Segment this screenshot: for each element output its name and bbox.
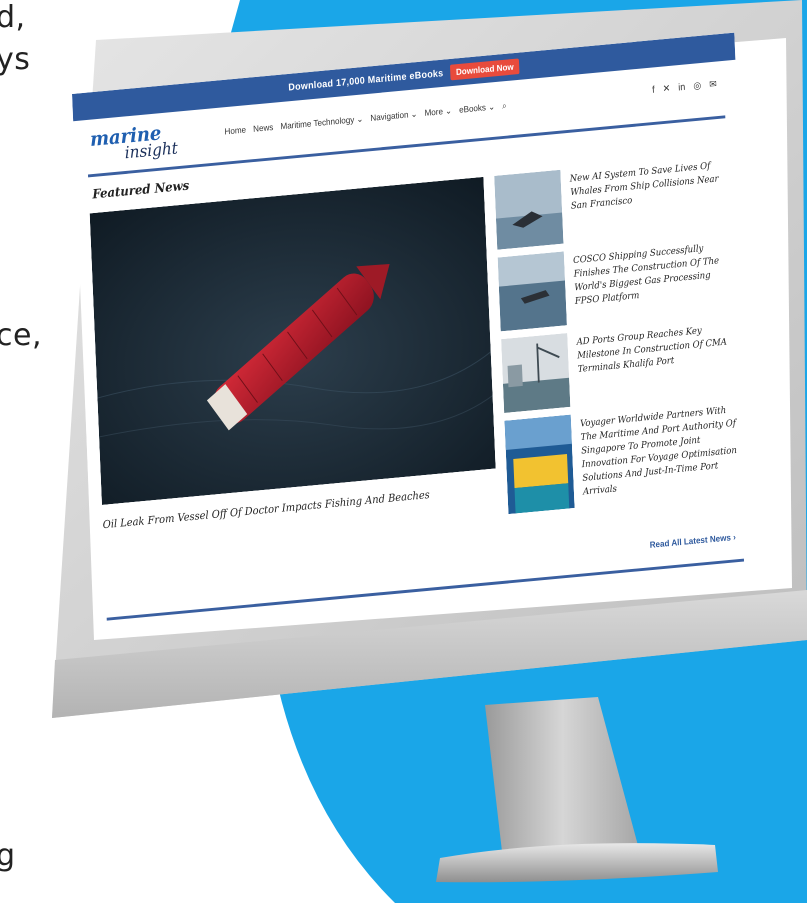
stand-base [436, 843, 718, 883]
main-nav: Home News Maritime Technology ⌄ Navigati… [224, 101, 507, 138]
side-news-list: New AI System To Save Lives Of Whales Fr… [494, 154, 743, 522]
twitter-icon[interactable]: ✕ [663, 83, 671, 94]
list-item[interactable]: COSCO Shipping Successfully Finishes The… [497, 236, 736, 332]
featured-news-heading: Featured News [92, 178, 190, 203]
read-all-news-link[interactable]: Read All Latest News › [650, 532, 737, 550]
linkedin-icon[interactable]: in [678, 82, 685, 93]
site-logo[interactable]: marine insight [90, 118, 190, 168]
instagram-icon[interactable]: ◎ [693, 81, 701, 92]
nav-more[interactable]: More ⌄ [424, 106, 452, 119]
thumbnail [504, 414, 575, 515]
news-title: AD Ports Group Reaches Key Milestone In … [576, 325, 728, 375]
nav-news[interactable]: News [253, 122, 274, 135]
thumbnail [497, 251, 567, 332]
ship-photo [89, 176, 496, 505]
featured-image[interactable] [89, 176, 496, 505]
thumbnail [494, 169, 564, 250]
facebook-icon[interactable]: f [652, 85, 655, 96]
list-item[interactable]: AD Ports Group Reaches Key Milestone In … [501, 317, 739, 414]
nav-navigation[interactable]: Navigation ⌄ [370, 109, 418, 124]
search-icon[interactable]: ⌕ [502, 101, 507, 112]
monitor-screen: Download 17,000 Maritime eBooks Download… [72, 32, 758, 639]
mail-icon[interactable]: ✉ [709, 79, 717, 90]
social-links: f ✕ in ◎ ✉ [652, 79, 717, 96]
nav-home[interactable]: Home [224, 125, 246, 138]
nav-ebooks[interactable]: eBooks ⌄ [459, 102, 495, 116]
news-title: COSCO Shipping Successfully Finishes The… [572, 243, 720, 307]
thumbnail [501, 333, 571, 414]
nav-maritime-technology[interactable]: Maritime Technology ⌄ [280, 114, 363, 132]
list-item[interactable]: New AI System To Save Lives Of Whales Fr… [494, 154, 732, 250]
logo-word-insight: insight [124, 138, 179, 164]
list-item[interactable]: Voyager Worldwide Partners With The Mari… [504, 399, 742, 515]
news-title: New AI System To Save Lives Of Whales Fr… [569, 160, 719, 212]
stand-neck [485, 697, 640, 860]
news-title: Voyager Worldwide Partners With The Mari… [579, 405, 738, 498]
download-button[interactable]: Download Now [450, 58, 520, 81]
